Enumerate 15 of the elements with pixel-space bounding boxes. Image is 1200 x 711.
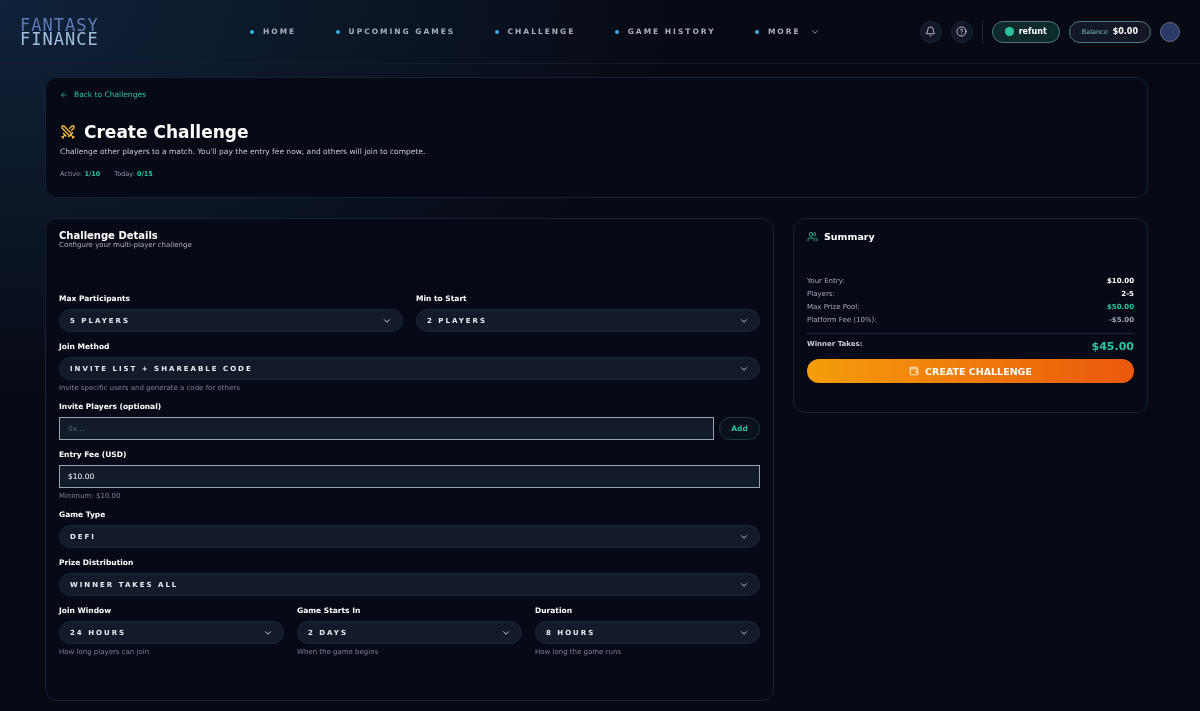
logo[interactable]: FANTASY FINANCE (20, 17, 210, 46)
help-button[interactable] (950, 20, 973, 43)
user-button[interactable]: refunt (991, 20, 1060, 43)
swords-icon (60, 124, 76, 140)
page-title: Create Challenge (84, 122, 249, 142)
wallet-icon (909, 366, 920, 376)
notifications-button[interactable] (919, 20, 942, 43)
help-icon (956, 26, 968, 37)
card-title: Challenge Details (59, 230, 158, 241)
avatar[interactable] (1160, 21, 1180, 42)
total-value: $45.00 (1091, 340, 1134, 353)
bell-icon (925, 26, 937, 37)
arrow-left-icon (60, 90, 68, 99)
card-title: Summary (824, 231, 875, 242)
users-icon (807, 231, 818, 242)
